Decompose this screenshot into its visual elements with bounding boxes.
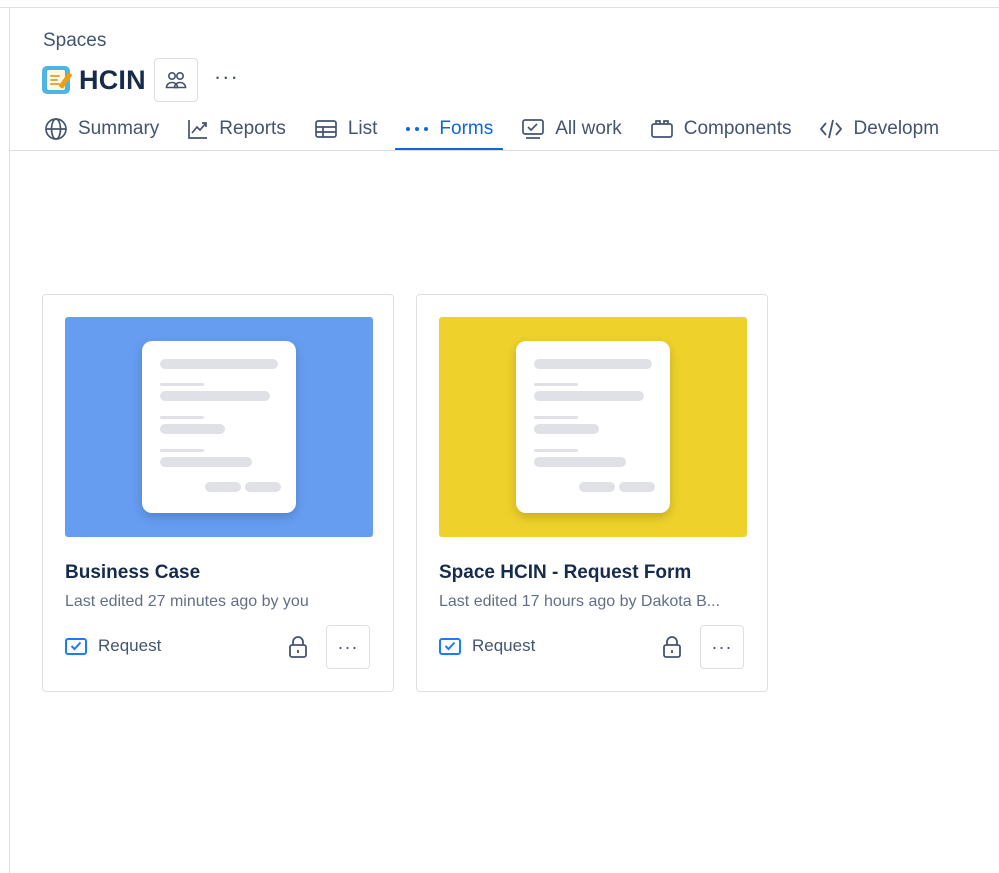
form-request-type: Request [65, 636, 161, 656]
line-chart-icon [188, 120, 208, 139]
lock-icon [663, 636, 681, 658]
people-button[interactable] [153, 58, 198, 102]
breadcrumb[interactable]: Spaces [43, 30, 106, 52]
people-icon [165, 71, 187, 89]
tab-all-work[interactable]: All work [511, 110, 632, 148]
component-icon [650, 120, 673, 138]
top-divider [0, 7, 999, 8]
tab-label: Developm [853, 118, 940, 139]
form-preview-sheet [142, 341, 296, 513]
form-card[interactable]: Business Case Last edited 27 minutes ago… [42, 294, 394, 692]
tab-list[interactable]: List [304, 110, 388, 148]
tab-label: All work [555, 118, 622, 139]
table-icon [314, 120, 337, 138]
checkbox-icon [439, 637, 461, 655]
form-type-label: Request [472, 636, 536, 655]
space-header: HCIN ··· [42, 58, 239, 102]
form-title[interactable]: Space HCIN - Request Form [439, 562, 691, 584]
form-more-button[interactable]: ··· [700, 625, 744, 669]
form-request-type: Request [439, 636, 535, 656]
tab-divider [10, 150, 999, 151]
form-more-button[interactable]: ··· [326, 625, 370, 669]
tab-label: Summary [78, 118, 160, 139]
lock-icon [289, 636, 307, 658]
tab-reports[interactable]: Reports [177, 110, 296, 148]
space-more-button[interactable]: ··· [214, 66, 239, 94]
form-card[interactable]: Space HCIN - Request Form Last edited 17… [416, 294, 768, 692]
globe-icon [45, 118, 67, 140]
tab-summary[interactable]: Summary [34, 110, 169, 148]
form-type-label: Request [98, 636, 162, 655]
stacked-checklist-icon [522, 119, 545, 139]
form-last-edited: Last edited 27 minutes ago by you [65, 593, 309, 610]
form-preview-sheet [516, 341, 670, 513]
tab-forms[interactable]: Forms [395, 110, 504, 151]
code-icon [820, 119, 843, 139]
page-title: HCIN [79, 64, 146, 95]
tab-label: Forms [439, 118, 494, 139]
tab-label: Reports [219, 118, 286, 139]
sidebar-divider [9, 7, 10, 873]
memo-icon [42, 66, 73, 94]
checkbox-icon [65, 637, 87, 655]
form-thumbnail[interactable] [65, 317, 373, 537]
form-last-edited: Last edited 17 hours ago by Dakota B... [439, 593, 721, 610]
tab-bar: Summary Reports List Forms All work Comp… [34, 110, 957, 151]
form-title[interactable]: Business Case [65, 562, 200, 584]
tab-components[interactable]: Components [640, 110, 802, 148]
form-thumbnail[interactable] [439, 317, 747, 537]
tab-label: List [347, 118, 378, 139]
tab-development[interactable]: Developm [809, 110, 949, 148]
dots-icon [406, 127, 429, 131]
tab-label: Components [683, 118, 792, 139]
